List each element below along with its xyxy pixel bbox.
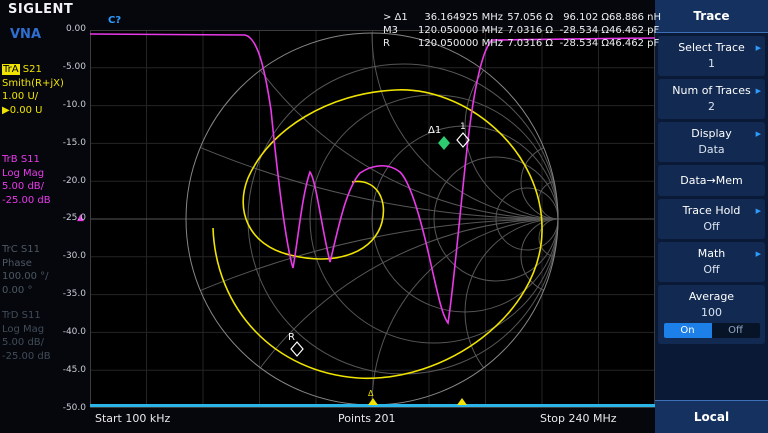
trace-format: Phase	[2, 257, 58, 271]
trace-ref-arrow-icon: ▶	[2, 105, 10, 116]
marker-delta1-diamond-icon[interactable]	[438, 136, 450, 150]
measurement-graph[interactable]: Δ1 1 R Δ	[90, 30, 655, 408]
y-axis-labels: 0.00-5.00 -10.0-15.0 -20.0-25.0 -30.0-35…	[52, 24, 86, 414]
trace-ref: 0.00 °	[2, 284, 58, 298]
math-button[interactable]: Math ▶ Off	[658, 242, 765, 282]
correction-status-flag: C?	[108, 15, 121, 26]
marker-R-diamond-icon[interactable]	[291, 342, 303, 356]
points-label: Points 201	[338, 412, 396, 425]
average-button[interactable]: Average 100 On Off	[658, 285, 765, 344]
submenu-arrow-icon: ▶	[756, 87, 761, 95]
siglent-logo: SIGLENT	[8, 2, 73, 17]
trace-param: S21	[23, 64, 42, 75]
graph-canvas: Δ1 1 R Δ	[90, 30, 655, 408]
trace-info-trB[interactable]: TrB S11 Log Mag 5.00 dB/ -25.00 dB	[2, 153, 58, 207]
marker-readout-table: > Δ1 36.164925 MHz 57.056 Ω 96.102 Ω 68.…	[383, 11, 655, 50]
marker-delta1-label: Δ1	[428, 125, 441, 136]
trace-scale: 5.00 dB/	[2, 336, 58, 350]
submenu-arrow-icon: ▶	[756, 207, 761, 215]
trace-scale: 5.00 dB/	[2, 180, 58, 194]
trace-ref: 0.00 U	[10, 105, 43, 116]
trace-id: TrC	[2, 244, 18, 255]
trace-format: Log Mag	[2, 323, 58, 337]
trace-param: S11	[21, 244, 40, 255]
submenu-arrow-icon: ▶	[756, 44, 761, 52]
axis-marker-delta-label: Δ	[368, 389, 374, 398]
start-frequency-label: Start 100 kHz	[95, 412, 170, 425]
trace-hold-button[interactable]: Trace Hold ▶ Off	[658, 199, 765, 239]
axis-marker2-triangle-icon[interactable]	[457, 398, 467, 405]
trace-scale: 100.00 °/	[2, 270, 58, 284]
toggle-off[interactable]: Off	[712, 323, 760, 338]
axis-marker-triangle-icon[interactable]	[368, 398, 378, 405]
marker-R-label: R	[288, 332, 295, 343]
data-to-mem-button[interactable]: Data→Mem	[658, 165, 765, 196]
select-trace-button[interactable]: Select Trace ▶ 1	[658, 36, 765, 76]
trace-format: Log Mag	[2, 167, 58, 181]
trace-info-trC[interactable]: TrC S11 Phase 100.00 °/ 0.00 °	[2, 243, 58, 297]
trace-scale: 1.00 U/	[2, 90, 58, 104]
local-button[interactable]: Local	[655, 400, 768, 433]
marker-1-label: 1	[460, 122, 466, 132]
softkey-menu: Trace Select Trace ▶ 1 Num of Traces ▶ 2…	[655, 0, 768, 433]
mode-label: VNA	[10, 27, 41, 42]
menu-title: Trace	[655, 0, 768, 33]
stop-frequency-label: Stop 240 MHz	[540, 412, 617, 425]
marker-row: R 120.050000 MHz 7.0316 Ω -28.534 Ω 46.4…	[383, 37, 655, 50]
trace-id: TrA	[2, 64, 20, 75]
marker-row: M3 120.050000 MHz 7.0316 Ω -28.534 Ω 46.…	[383, 24, 655, 37]
num-of-traces-button[interactable]: Num of Traces ▶ 2	[658, 79, 765, 119]
trace-id: TrD	[2, 310, 18, 321]
toggle-on[interactable]: On	[664, 323, 712, 338]
marker-row: > Δ1 36.164925 MHz 57.056 Ω 96.102 Ω 68.…	[383, 11, 655, 24]
submenu-arrow-icon: ▶	[756, 250, 761, 258]
trace-param: S11	[22, 310, 41, 321]
trace-ref: -25.00 dB	[2, 350, 58, 364]
average-on-off-toggle[interactable]: On Off	[664, 323, 760, 338]
trace-trA-smith-curve	[213, 90, 542, 378]
trace-param: S11	[21, 154, 40, 165]
trace-id: TrB	[2, 154, 18, 165]
trace-info-trD[interactable]: TrD S11 Log Mag 5.00 dB/ -25.00 dB	[2, 309, 58, 363]
trace-format: Smith(R+jX)	[2, 77, 58, 91]
trace-ref: -25.00 dB	[2, 194, 58, 208]
display-button[interactable]: Display ▶ Data	[658, 122, 765, 162]
submenu-arrow-icon: ▶	[756, 130, 761, 138]
trace-info-trA[interactable]: TrA S21 Smith(R+jX) 1.00 U/ ▶0.00 U	[2, 63, 58, 117]
